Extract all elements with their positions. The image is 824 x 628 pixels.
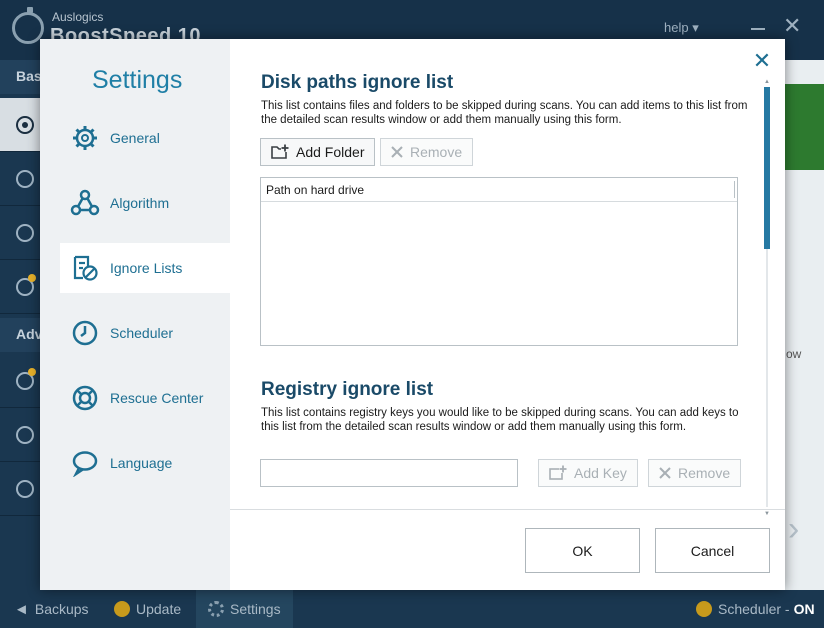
nav-label: Language xyxy=(110,455,173,471)
backups-label: Backups xyxy=(34,601,89,617)
target-icon xyxy=(16,116,34,134)
rail-section-basic: Bas xyxy=(0,60,40,94)
ok-button[interactable]: OK xyxy=(525,528,640,573)
scheduler-label: Scheduler - xyxy=(718,601,790,617)
windows-icon xyxy=(16,480,34,498)
rail-item-speed[interactable] xyxy=(0,354,40,408)
rail-item-browser[interactable] xyxy=(0,408,40,462)
remove-key-label: Remove xyxy=(678,465,731,481)
status-banner-edge xyxy=(785,84,824,170)
scheduler-status[interactable]: Scheduler - ON xyxy=(696,590,815,628)
rail-item-protect[interactable] xyxy=(0,206,40,260)
chevron-right-icon[interactable]: › xyxy=(788,512,799,546)
notification-dot xyxy=(28,368,36,376)
rail-item-windows[interactable] xyxy=(0,462,40,516)
disk-paths-list[interactable]: Path on hard drive xyxy=(260,177,738,346)
search-icon xyxy=(16,170,34,188)
rail-section-advanced: Adv xyxy=(0,318,40,352)
bulb-icon xyxy=(114,601,130,617)
nav-item-rescue-center[interactable]: Rescue Center xyxy=(60,373,230,423)
add-folder-button[interactable]: Add Folder xyxy=(260,138,376,166)
scroll-down-arrow-icon[interactable]: ▼ xyxy=(764,511,770,517)
registry-key-input[interactable] xyxy=(260,459,518,487)
scroll-thumb[interactable] xyxy=(764,87,770,249)
brand-vendor: Auslogics xyxy=(52,10,104,24)
update-label: Update xyxy=(136,601,182,617)
ignore-list-icon xyxy=(70,253,100,283)
settings-nav: Settings General Algorithm Ignore Lists … xyxy=(40,39,230,590)
add-key-button[interactable]: Add Key xyxy=(538,459,638,487)
remove-folder-button[interactable]: Remove xyxy=(380,138,474,166)
backups-button[interactable]: ◄ Backups xyxy=(14,590,89,628)
side-rail: Bas Adv xyxy=(0,60,40,590)
column-header-path[interactable]: Path on hard drive xyxy=(261,178,737,202)
nav-item-algorithm[interactable]: Algorithm xyxy=(60,178,230,228)
content-scrollbar[interactable]: ▲ ▼ xyxy=(763,79,771,517)
notification-dot xyxy=(28,274,36,282)
nav-label: Rescue Center xyxy=(110,390,204,406)
gear-icon xyxy=(70,123,100,153)
rail-item-tools[interactable] xyxy=(0,260,40,314)
footer-divider xyxy=(230,509,785,510)
disk-section-heading: Disk paths ignore list xyxy=(261,72,454,93)
nav-item-scheduler[interactable]: Scheduler xyxy=(60,308,230,358)
settings-content: Disk paths ignore list This list contain… xyxy=(230,39,785,509)
undo-arrow-icon: ◄ xyxy=(14,600,29,618)
minimize-icon[interactable] xyxy=(751,28,765,30)
update-button[interactable]: Update xyxy=(114,590,181,628)
app-close-icon[interactable]: ✕ xyxy=(783,15,801,37)
add-key-icon xyxy=(549,465,567,481)
background-text-fragment: ow xyxy=(786,347,802,361)
close-icon[interactable]: ✕ xyxy=(752,50,772,72)
lifebuoy-icon xyxy=(70,383,100,413)
clock-icon xyxy=(70,318,100,348)
remove-key-button[interactable]: Remove xyxy=(648,459,742,487)
nav-item-language[interactable]: Language xyxy=(60,438,230,488)
nav-label: Scheduler xyxy=(110,325,174,341)
scroll-up-arrow-icon[interactable]: ▲ xyxy=(764,79,770,85)
help-menu[interactable]: help ▾ xyxy=(664,20,699,36)
algorithm-icon xyxy=(70,188,100,218)
status-bar: ◄ Backups Update Settings Scheduler - ON xyxy=(0,590,824,628)
rail-item-dashboard[interactable] xyxy=(0,98,40,152)
gear-icon xyxy=(208,601,224,617)
remove-x-icon xyxy=(659,467,671,479)
remove-folder-label: Remove xyxy=(410,144,463,160)
speech-bubble-icon xyxy=(70,448,100,478)
disk-section-description: This list contains files and folders to … xyxy=(261,100,748,126)
nav-label: General xyxy=(110,130,160,146)
bulb-icon xyxy=(696,601,712,617)
browser-icon xyxy=(16,426,34,444)
settings-label: Settings xyxy=(230,601,281,617)
settings-button[interactable]: Settings xyxy=(196,590,293,628)
remove-x-icon xyxy=(391,146,403,158)
scheduler-state: ON xyxy=(793,601,815,617)
settings-title: Settings xyxy=(92,66,183,94)
add-folder-icon xyxy=(271,144,289,160)
nav-item-ignore-lists[interactable]: Ignore Lists xyxy=(60,243,230,293)
nav-label: Ignore Lists xyxy=(110,260,183,276)
rail-item-search[interactable] xyxy=(0,152,40,206)
cancel-button[interactable]: Cancel xyxy=(655,528,770,573)
settings-dialog: Settings General Algorithm Ignore Lists … xyxy=(40,39,785,590)
shield-icon xyxy=(16,224,34,242)
registry-section-description: This list contains registry keys you wou… xyxy=(261,407,739,433)
add-key-label: Add Key xyxy=(574,465,627,481)
nav-item-general[interactable]: General xyxy=(60,113,230,163)
registry-section-heading: Registry ignore list xyxy=(261,379,434,400)
add-folder-label: Add Folder xyxy=(296,144,365,160)
nav-label: Algorithm xyxy=(110,195,170,211)
